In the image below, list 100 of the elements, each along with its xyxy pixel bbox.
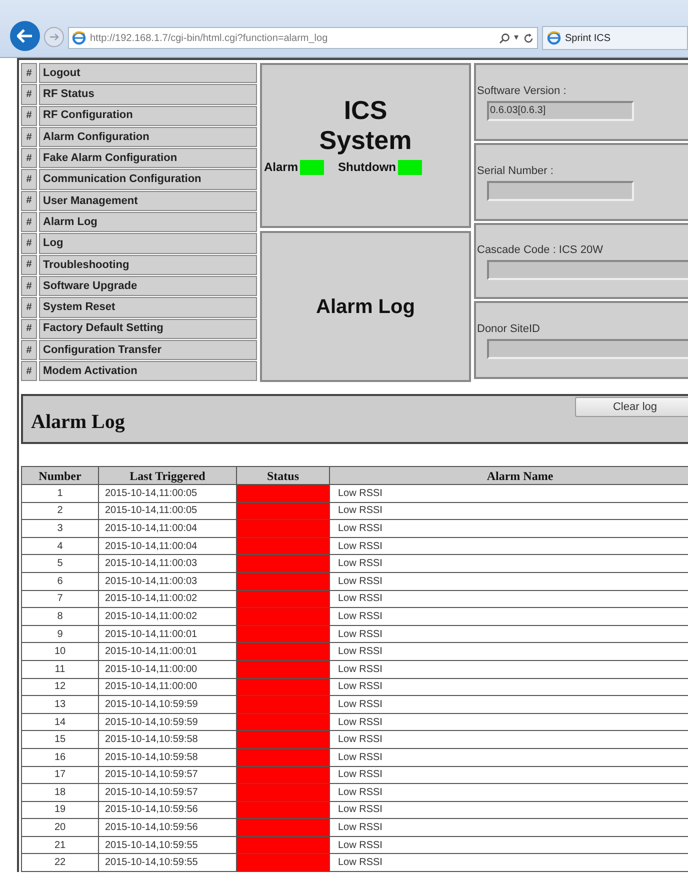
menu-link[interactable]: Log	[39, 233, 257, 254]
column-header: Alarm Name	[330, 466, 688, 484]
table-cell: 6	[22, 572, 98, 590]
address-bar[interactable]: http://192.168.1.7/cgi-bin/html.cgi?function=alarm_log ▾	[68, 27, 538, 49]
menu-marker: #	[21, 212, 37, 232]
table-cell: 2015-10-14,10:59:57	[98, 784, 236, 802]
menu-link[interactable]: Communication Configuration	[39, 169, 257, 190]
table-cell: 11	[22, 660, 98, 678]
menu-marker: #	[21, 233, 37, 254]
menu-marker: #	[21, 276, 37, 296]
menu-link[interactable]: RF Configuration	[39, 106, 257, 126]
menu-marker: #	[21, 169, 37, 190]
table-cell: 17	[22, 766, 98, 784]
browser-tab[interactable]: Sprint ICS	[542, 26, 688, 50]
log-title: Alarm Log	[31, 410, 125, 435]
menu-marker: #	[21, 84, 37, 105]
tab-title: Sprint ICS	[565, 32, 611, 46]
table-cell: 4	[22, 537, 98, 555]
menu-link[interactable]: System Reset	[39, 297, 257, 318]
browser-page-icon	[547, 31, 561, 45]
table-cell: 19	[22, 801, 98, 819]
indicator-label: Alarm	[264, 159, 298, 176]
table-cell: 2015-10-14,10:59:58	[98, 748, 236, 766]
clear-log-button[interactable]: Clear log	[575, 397, 688, 417]
table-cell: 2015-10-14,10:59:59	[98, 713, 236, 731]
page-title: Alarm Log	[316, 294, 415, 320]
browser-page-icon	[72, 31, 86, 45]
menu-link[interactable]: Configuration Transfer	[39, 340, 257, 360]
refresh-icon[interactable]	[523, 32, 534, 44]
table-cell: 2015-10-14,11:00:02	[98, 608, 236, 626]
info-label: Donor SiteID	[477, 322, 541, 338]
table-cell: 2015-10-14,10:59:56	[98, 801, 236, 819]
info-label: Software Version :	[477, 84, 568, 100]
table-cell: 2015-10-14,11:00:03	[98, 572, 236, 590]
table-cell: 2015-10-14,11:00:04	[98, 537, 236, 555]
search-icon[interactable]	[499, 32, 510, 44]
menu-link[interactable]: Factory Default Setting	[39, 318, 257, 339]
table-cell: 12	[22, 678, 98, 696]
menu-link[interactable]: Software Upgrade	[39, 276, 257, 296]
table-cell: 18	[22, 784, 98, 802]
menu-marker: #	[21, 106, 37, 126]
table-cell: 2	[22, 502, 98, 520]
table-cell: 2015-10-14,11:00:03	[98, 554, 236, 572]
table-cell: 2015-10-14,11:00:00	[98, 678, 236, 696]
table-cell: 10	[22, 642, 98, 660]
table-cell: 2015-10-14,11:00:01	[98, 642, 236, 660]
menu-marker: #	[21, 297, 37, 318]
menu-link[interactable]: Fake Alarm Configuration	[39, 148, 257, 168]
menu-link[interactable]: User Management	[39, 190, 257, 212]
menu-marker: #	[21, 148, 37, 168]
table-cell: 1	[22, 484, 98, 502]
table-cell: 7	[22, 590, 98, 608]
info-label: Serial Number :	[477, 164, 554, 180]
table-cell: 5	[22, 554, 98, 572]
table-cell: 20	[22, 818, 98, 836]
table-cell: 2015-10-14,10:59:57	[98, 766, 236, 784]
table-cell: 9	[22, 625, 98, 643]
table-cell: 2015-10-14,10:59:55	[98, 836, 236, 854]
menu-marker: #	[21, 361, 37, 382]
table-cell: 2015-10-14,10:59:55	[98, 854, 236, 872]
table-cell: 2015-10-14,10:59:59	[98, 696, 236, 714]
menu-marker: #	[21, 126, 37, 148]
back-button[interactable]	[10, 21, 40, 51]
menu-link[interactable]: Alarm Log	[39, 212, 257, 232]
table-cell: 16	[22, 748, 98, 766]
table-cell: 2015-10-14,10:59:58	[98, 730, 236, 748]
table-cell: 2015-10-14,11:00:05	[98, 484, 236, 502]
menu-marker: #	[21, 254, 37, 275]
info-field: 0.6.03[0.6.3]	[487, 100, 634, 121]
system-title: ICS	[344, 95, 388, 125]
system-title: System	[319, 125, 412, 155]
column-header: Status	[236, 466, 330, 484]
menu-link[interactable]: Troubleshooting	[39, 254, 257, 275]
table-cell: 2015-10-14,10:59:56	[98, 818, 236, 836]
table-cell: 2015-10-14,11:00:01	[98, 625, 236, 643]
back-arrow-icon	[17, 29, 33, 43]
menu-marker: #	[21, 63, 37, 84]
table-cell: 15	[22, 730, 98, 748]
search-dropdown[interactable]: ▾	[514, 31, 519, 45]
menu-marker: #	[21, 190, 37, 212]
table-cell: 2015-10-14,11:00:00	[98, 660, 236, 678]
table-cell: 3	[22, 520, 98, 538]
indicator-label: Shutdown	[338, 159, 396, 176]
menu-link[interactable]: Modem Activation	[39, 361, 257, 382]
info-label: Cascade Code : ICS 20W	[477, 243, 604, 258]
table-cell: 2015-10-14,11:00:05	[98, 502, 236, 520]
table-cell: 21	[22, 836, 98, 854]
table-cell: 14	[22, 713, 98, 731]
menu-link[interactable]: Alarm Configuration	[39, 126, 257, 148]
menu-marker: #	[21, 340, 37, 360]
menu-link[interactable]: RF Status	[39, 84, 257, 105]
table-cell: 13	[22, 696, 98, 714]
table-cell: 8	[22, 608, 98, 626]
menu-link[interactable]: Logout	[39, 63, 257, 84]
column-header: Last Triggered	[98, 466, 236, 484]
menu-marker: #	[21, 318, 37, 339]
table-cell: 22	[22, 854, 98, 872]
forward-arrow-icon	[49, 33, 59, 41]
table-cell: 2015-10-14,11:00:02	[98, 590, 236, 608]
table-cell: 2015-10-14,11:00:04	[98, 520, 236, 538]
